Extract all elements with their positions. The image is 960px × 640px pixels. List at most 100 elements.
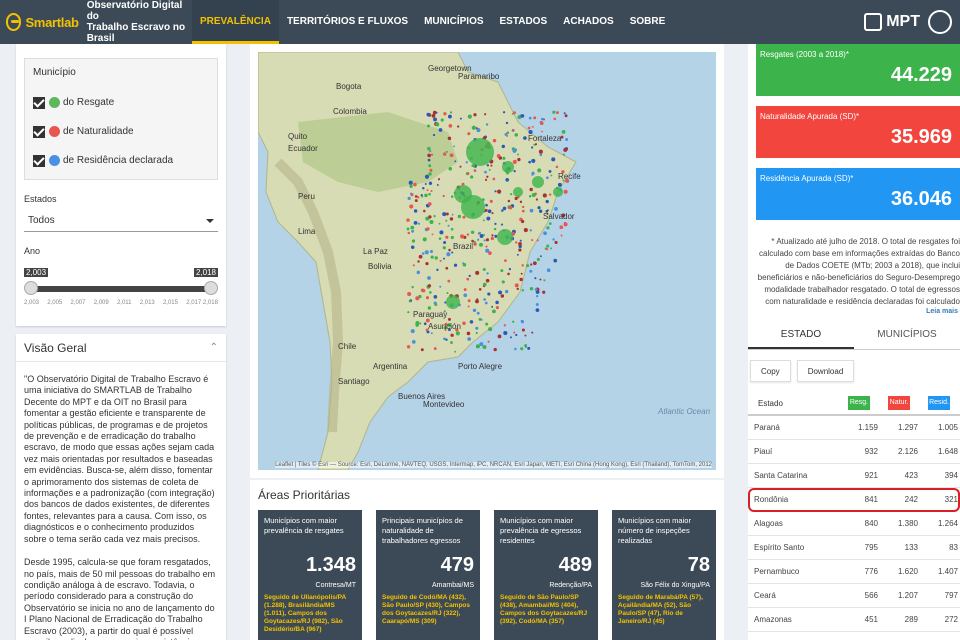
map-marker-large[interactable]: [532, 176, 544, 188]
map-marker[interactable]: [433, 117, 437, 122]
map-marker[interactable]: [485, 248, 490, 253]
table-row[interactable]: Rondônia 841 242 321: [748, 488, 960, 512]
table-row[interactable]: Amazonas 451 289 272: [748, 608, 960, 632]
map-marker[interactable]: [504, 289, 509, 294]
map-marker[interactable]: [513, 331, 516, 334]
map-marker[interactable]: [539, 278, 542, 281]
map-marker[interactable]: [505, 121, 509, 125]
map-marker[interactable]: [451, 251, 454, 254]
municipio-check-2[interactable]: de Residência declarada: [33, 146, 209, 175]
map-marker[interactable]: [450, 227, 454, 231]
map-marker[interactable]: [420, 194, 423, 197]
nav-item-2[interactable]: MUNICÍPIOS: [416, 0, 491, 44]
map-marker[interactable]: [442, 212, 447, 217]
map-marker[interactable]: [521, 264, 524, 267]
map-marker[interactable]: [427, 284, 432, 288]
map-marker[interactable]: [423, 209, 426, 213]
overview-header[interactable]: Visão Geral ⌃: [16, 334, 226, 362]
map-marker[interactable]: [545, 199, 549, 204]
map-marker[interactable]: [529, 187, 533, 192]
map-marker[interactable]: [502, 206, 507, 211]
map-marker[interactable]: [433, 295, 438, 299]
map-marker[interactable]: [504, 132, 508, 136]
map-marker[interactable]: [490, 164, 493, 167]
map-marker[interactable]: [488, 168, 491, 171]
map-marker[interactable]: [407, 292, 412, 297]
map-marker[interactable]: [442, 194, 445, 198]
header-col-1[interactable]: Resg.: [848, 396, 870, 410]
map-marker[interactable]: [476, 311, 480, 315]
map-marker[interactable]: [479, 242, 483, 247]
map-marker[interactable]: [448, 167, 453, 171]
slider-min-handle[interactable]: [24, 281, 38, 295]
map-marker[interactable]: [417, 222, 421, 225]
map-marker[interactable]: [515, 333, 518, 337]
map-marker[interactable]: [459, 117, 462, 120]
map-marker[interactable]: [438, 128, 443, 132]
map-marker[interactable]: [408, 300, 411, 303]
map-marker[interactable]: [534, 288, 538, 292]
map-marker[interactable]: [406, 345, 411, 349]
map-marker[interactable]: [429, 249, 434, 254]
map-marker[interactable]: [529, 208, 534, 213]
map-marker[interactable]: [443, 241, 447, 245]
map-marker[interactable]: [454, 350, 457, 353]
map-marker[interactable]: [427, 146, 431, 151]
map-marker[interactable]: [529, 287, 534, 291]
map-marker[interactable]: [411, 229, 415, 233]
map-marker[interactable]: [535, 303, 539, 306]
map-marker-large[interactable]: [446, 295, 460, 309]
map-marker[interactable]: [447, 136, 452, 141]
map-marker[interactable]: [555, 165, 559, 169]
map-marker[interactable]: [475, 331, 478, 335]
map-marker[interactable]: [512, 111, 516, 115]
map-marker[interactable]: [445, 212, 449, 216]
map-marker[interactable]: [541, 130, 543, 133]
map-marker[interactable]: [448, 124, 453, 128]
map-marker[interactable]: [546, 244, 550, 248]
map-marker[interactable]: [486, 272, 489, 275]
map-marker[interactable]: [504, 259, 507, 262]
map-marker[interactable]: [539, 121, 544, 126]
map-marker[interactable]: [513, 170, 516, 173]
map-marker[interactable]: [424, 174, 430, 179]
map-marker[interactable]: [411, 285, 414, 289]
map-marker[interactable]: [490, 236, 494, 241]
map-marker[interactable]: [495, 306, 499, 310]
map-marker[interactable]: [539, 255, 542, 258]
map-marker[interactable]: [475, 127, 478, 130]
map-marker[interactable]: [450, 341, 453, 344]
checkbox-icon[interactable]: [33, 96, 45, 109]
map-marker[interactable]: [451, 213, 454, 216]
table-row[interactable]: Ceará 566 1.207 797: [748, 584, 960, 608]
map-marker[interactable]: [430, 153, 434, 156]
map-marker[interactable]: [528, 194, 532, 198]
map-marker[interactable]: [429, 291, 432, 294]
map-marker[interactable]: [439, 230, 444, 235]
map-marker[interactable]: [519, 277, 523, 282]
header-estado[interactable]: Estado: [748, 399, 830, 408]
map-marker[interactable]: [548, 193, 552, 196]
map-marker[interactable]: [551, 157, 556, 162]
map-marker[interactable]: [516, 153, 519, 156]
map-marker[interactable]: [535, 295, 539, 298]
map-marker[interactable]: [439, 285, 442, 288]
map-marker[interactable]: [471, 125, 476, 130]
map-marker[interactable]: [476, 298, 479, 301]
map-marker[interactable]: [538, 209, 543, 213]
map-marker-large[interactable]: [513, 187, 523, 197]
map-marker[interactable]: [482, 219, 485, 222]
map-marker[interactable]: [447, 317, 451, 321]
map-marker[interactable]: [539, 153, 543, 157]
map-marker[interactable]: [415, 323, 419, 327]
map-marker[interactable]: [429, 150, 432, 153]
map-marker[interactable]: [564, 114, 568, 118]
map-marker[interactable]: [435, 122, 440, 127]
map-marker[interactable]: [428, 164, 432, 168]
header-col-3[interactable]: Resid.: [928, 396, 950, 410]
map-marker[interactable]: [410, 192, 413, 195]
map-marker[interactable]: [543, 231, 547, 236]
map-marker[interactable]: [434, 303, 438, 307]
map-marker[interactable]: [409, 184, 413, 188]
map-marker[interactable]: [533, 116, 537, 120]
